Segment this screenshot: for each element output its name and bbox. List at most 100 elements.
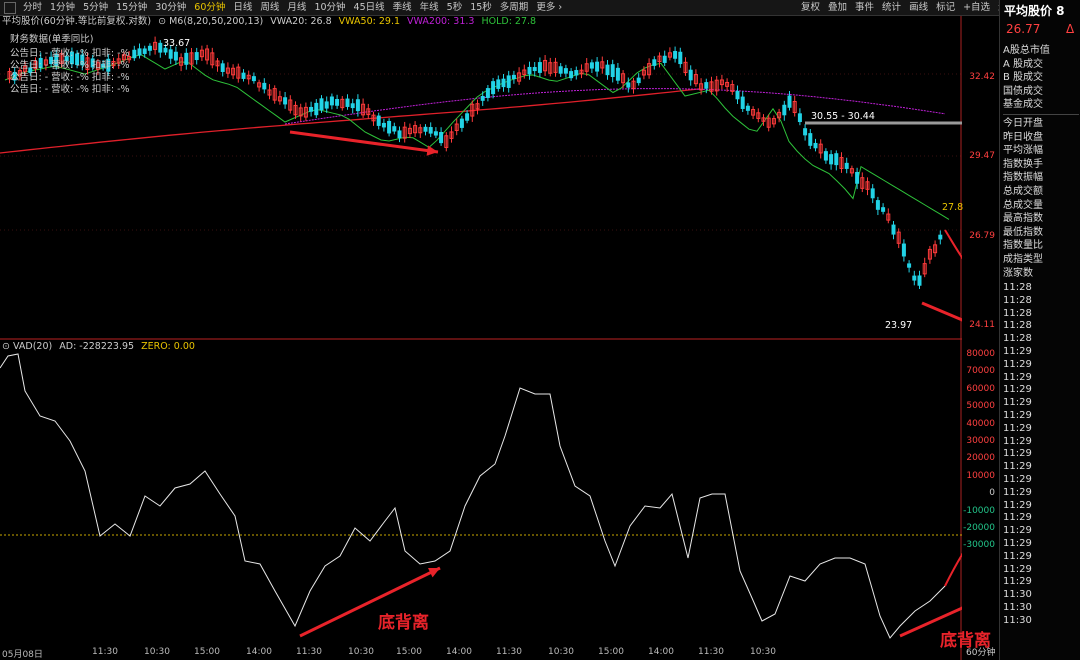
- candle-body: [735, 90, 740, 100]
- vwa200-label: VWA200: 31.3: [407, 16, 475, 27]
- candle-body: [574, 70, 579, 76]
- time-label: 15:00: [396, 647, 422, 657]
- period-tab-4[interactable]: 30分钟: [151, 1, 190, 14]
- candle-body: [465, 113, 470, 121]
- candle-body: [610, 64, 615, 78]
- candle-body: [558, 66, 563, 74]
- time-label: 10:30: [144, 647, 170, 657]
- price-level: 24.11: [969, 320, 995, 330]
- tool-item-4[interactable]: 画线: [905, 1, 932, 14]
- vad-level: -30000: [963, 540, 995, 551]
- panel-time: 11:29: [1003, 371, 1032, 383]
- menu-icon[interactable]: [4, 2, 16, 14]
- candle-body: [563, 68, 568, 74]
- panel-time: 11:29: [1003, 397, 1032, 409]
- panel-time: 11:29: [1003, 537, 1032, 549]
- panel-price: 26.77: [1006, 22, 1041, 36]
- sub-gear-icon[interactable]: ⊙: [2, 341, 10, 352]
- candle-body: [251, 76, 256, 82]
- period-tab-0[interactable]: 分时: [19, 1, 46, 14]
- panel-item: B 股成交: [1003, 72, 1044, 84]
- candle-body: [485, 88, 490, 98]
- candle-body: [626, 82, 631, 88]
- period-tab-13[interactable]: 5秒: [443, 1, 467, 14]
- price-level: 32.42: [969, 72, 995, 82]
- candle-body: [335, 99, 340, 106]
- time-label: 10:30: [750, 647, 776, 657]
- candle-body: [506, 75, 511, 88]
- panel-divider: [1003, 113, 1079, 115]
- tool-item-3[interactable]: 统计: [878, 1, 905, 14]
- panel-title: 平均股价 8: [1004, 4, 1065, 18]
- period-tab-5[interactable]: 60分钟: [190, 1, 229, 14]
- candle-body: [350, 103, 355, 109]
- period-tab-1[interactable]: 1分钟: [46, 1, 79, 14]
- period-tab-12[interactable]: 年线: [416, 1, 443, 14]
- tool-item-2[interactable]: 事件: [851, 1, 878, 14]
- period-tab-6[interactable]: 日线: [229, 1, 256, 14]
- period-tab-14[interactable]: 15秒: [466, 1, 496, 14]
- main-chart-title-text: 平均股价(60分钟.等比前复权.对数): [2, 16, 152, 27]
- vad-title: VAD(20): [13, 341, 53, 352]
- time-label: 15:00: [194, 647, 220, 657]
- vad-level: -20000: [963, 523, 995, 533]
- tool-item-5[interactable]: 标记: [932, 1, 959, 14]
- chart-area[interactable]: 平均股价(60分钟.等比前复权.对数) ⊙ M6(8,20,50,200,13)…: [0, 16, 991, 660]
- finance-row: 公告日: - 营收: -% 扣非: -%: [10, 48, 130, 59]
- time-label: 14:00: [648, 647, 674, 657]
- candle-body: [855, 171, 860, 184]
- panel-item: 成指类型: [1003, 253, 1043, 265]
- period-tab-7[interactable]: 周线: [256, 1, 283, 14]
- panel-item: 指数换手: [1003, 158, 1043, 170]
- panel-time: 11:28: [1003, 320, 1032, 332]
- time-axis: 05月08日 11:30 10:30 15:00 14:00 11:30 10:30 15:0…: [0, 647, 962, 660]
- projection-curve-bottom: [944, 552, 962, 587]
- panel-times: 11:28 11:28 11:28 11:28 11:28 11:29 11:29 11:29…: [1003, 282, 1032, 628]
- period-tab-15[interactable]: 多周期: [496, 1, 533, 14]
- candle-body: [392, 126, 397, 132]
- panel-time: 11:29: [1003, 435, 1032, 447]
- period-tab-10[interactable]: 45日线: [350, 1, 389, 14]
- time-label: 10:30: [548, 647, 574, 657]
- panel-time: 11:30: [1003, 601, 1032, 613]
- tool-item-6[interactable]: +自选: [959, 1, 994, 14]
- tool-item-0[interactable]: 复权: [797, 1, 824, 14]
- candle-body: [173, 51, 178, 61]
- candle-body: [324, 101, 329, 109]
- panel-item: 总成交额: [1003, 185, 1043, 197]
- candle-body: [917, 275, 922, 286]
- candle-body: [147, 45, 152, 51]
- time-label: 11:30: [296, 647, 322, 657]
- candle-body: [511, 74, 516, 80]
- time-label: 11:30: [92, 647, 118, 657]
- panel-time: 11:29: [1003, 550, 1032, 562]
- panel-time: 11:30: [1003, 589, 1032, 601]
- period-tab-2[interactable]: 5分钟: [79, 1, 112, 14]
- panel-time: 11:29: [1003, 563, 1032, 575]
- vwa50-label: VWA50: 29.1: [338, 16, 401, 27]
- vad-level: 20000: [966, 453, 995, 464]
- candle-body: [527, 66, 532, 75]
- period-tab-11[interactable]: 季线: [389, 1, 416, 14]
- panel-time: 11:29: [1003, 422, 1032, 434]
- time-label: 15:00: [598, 647, 624, 657]
- candle-body: [636, 77, 641, 84]
- period-tab-9[interactable]: 10分钟: [310, 1, 349, 14]
- candle-body: [262, 82, 267, 90]
- ad-label: AD: -228223.95: [59, 341, 135, 352]
- ma-red-line: [0, 88, 701, 154]
- tool-item-1[interactable]: 叠加: [824, 1, 851, 14]
- candle-body: [673, 50, 678, 59]
- period-toolbar: 分时 1分钟 5分钟 15分钟 30分钟 60分钟 日线 周线 月线 10分钟 45日线 季线 年线 5秒…: [0, 0, 1080, 16]
- gear-icon[interactable]: ⊙: [158, 16, 166, 27]
- candle-body: [459, 118, 464, 128]
- vad-level: -10000: [963, 505, 995, 516]
- candle-body: [480, 95, 485, 101]
- period-tab-16[interactable]: 更多 ›: [532, 1, 566, 14]
- panel-time: 11:28: [1003, 333, 1032, 345]
- period-tab-3[interactable]: 15分钟: [112, 1, 151, 14]
- candle-body: [537, 62, 542, 73]
- period-tab-8[interactable]: 月线: [283, 1, 310, 14]
- candle-body: [283, 97, 288, 105]
- panel-time: 11:29: [1003, 473, 1032, 485]
